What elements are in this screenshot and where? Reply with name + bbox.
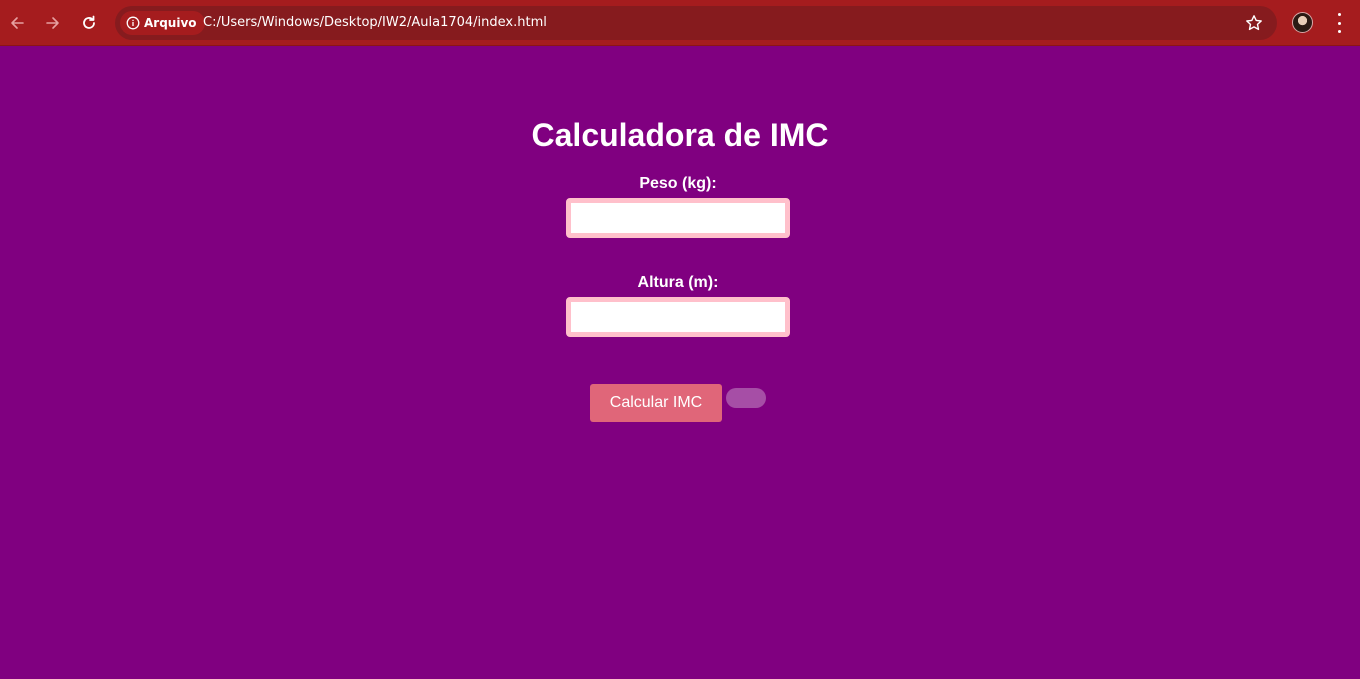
star-icon[interactable] [1245, 14, 1263, 32]
reload-button[interactable] [77, 11, 101, 35]
reload-icon [83, 15, 95, 29]
arrow-right-icon [46, 17, 59, 29]
site-info-chip[interactable]: Arquivo [120, 11, 205, 35]
back-button[interactable] [5, 11, 29, 35]
weight-label: Peso (kg): [639, 175, 717, 192]
page-title: Calculadora de IMC [531, 117, 829, 153]
arrow-left-icon [11, 17, 24, 29]
height-input[interactable] [566, 297, 790, 337]
height-label: Altura (m): [637, 274, 719, 291]
page-body: Calculadora de IMC Peso (kg): Altura (m)… [0, 47, 1360, 679]
calculate-button[interactable]: Calcular IMC [590, 384, 722, 422]
address-bar[interactable]: Arquivo C:/Users/Windows/Desktop/IW2/Aul… [115, 6, 1277, 40]
browser-toolbar: Arquivo C:/Users/Windows/Desktop/IW2/Aul… [0, 0, 1360, 46]
weight-input[interactable] [566, 198, 790, 238]
result-output [726, 388, 766, 408]
info-icon [126, 16, 140, 30]
kebab-menu-icon[interactable] [1330, 13, 1348, 33]
profile-avatar[interactable] [1292, 12, 1313, 33]
url-text[interactable]: C:/Users/Windows/Desktop/IW2/Aula1704/in… [203, 15, 547, 30]
forward-button[interactable] [41, 11, 65, 35]
site-info-label: Arquivo [144, 16, 197, 30]
